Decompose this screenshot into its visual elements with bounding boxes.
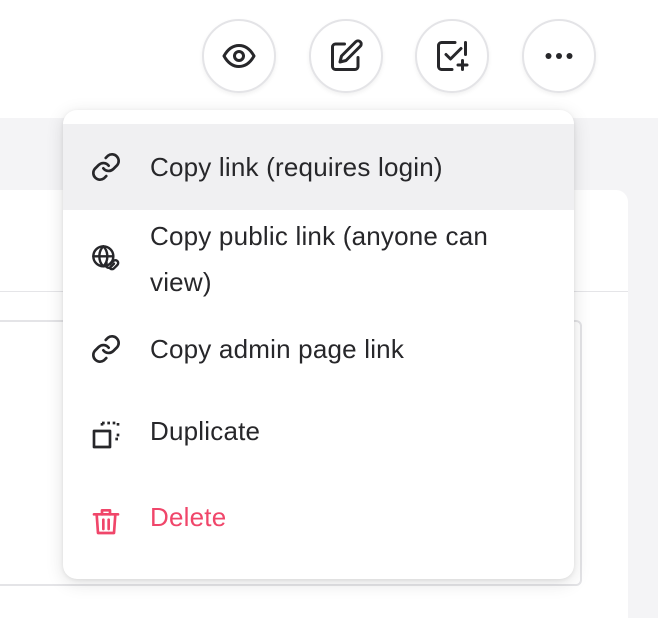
more-menu: Copy link (requires login) Copy public l… [63, 110, 574, 579]
link-icon [89, 150, 123, 184]
pencil-square-icon [331, 39, 363, 71]
eye-icon [222, 44, 256, 68]
ellipsis-icon [545, 53, 573, 59]
more-button[interactable] [522, 19, 596, 93]
copy-link-label: Copy link (requires login) [150, 152, 443, 182]
copy-admin-link-item[interactable]: Copy admin page link [63, 310, 574, 388]
checkbox-plus-icon [437, 41, 469, 71]
duplicate-icon [89, 418, 123, 452]
delete-item[interactable]: Delete [63, 474, 574, 560]
duplicate-item[interactable]: Duplicate [63, 388, 574, 474]
copy-public-link-label: Copy public link (anyone can view) [150, 221, 489, 297]
delete-label: Delete [150, 502, 227, 532]
duplicate-label: Duplicate [150, 416, 261, 446]
copy-admin-link-label: Copy admin page link [150, 334, 405, 364]
approve-button[interactable] [415, 19, 489, 93]
link-icon [89, 332, 123, 366]
preview-button[interactable] [202, 19, 276, 93]
trash-icon [89, 504, 123, 538]
globe-link-icon [89, 242, 123, 276]
copy-link-item[interactable]: Copy link (requires login) [63, 124, 574, 210]
edit-button[interactable] [309, 19, 383, 93]
copy-public-link-item[interactable]: Copy public link (anyone can view) [63, 210, 574, 310]
